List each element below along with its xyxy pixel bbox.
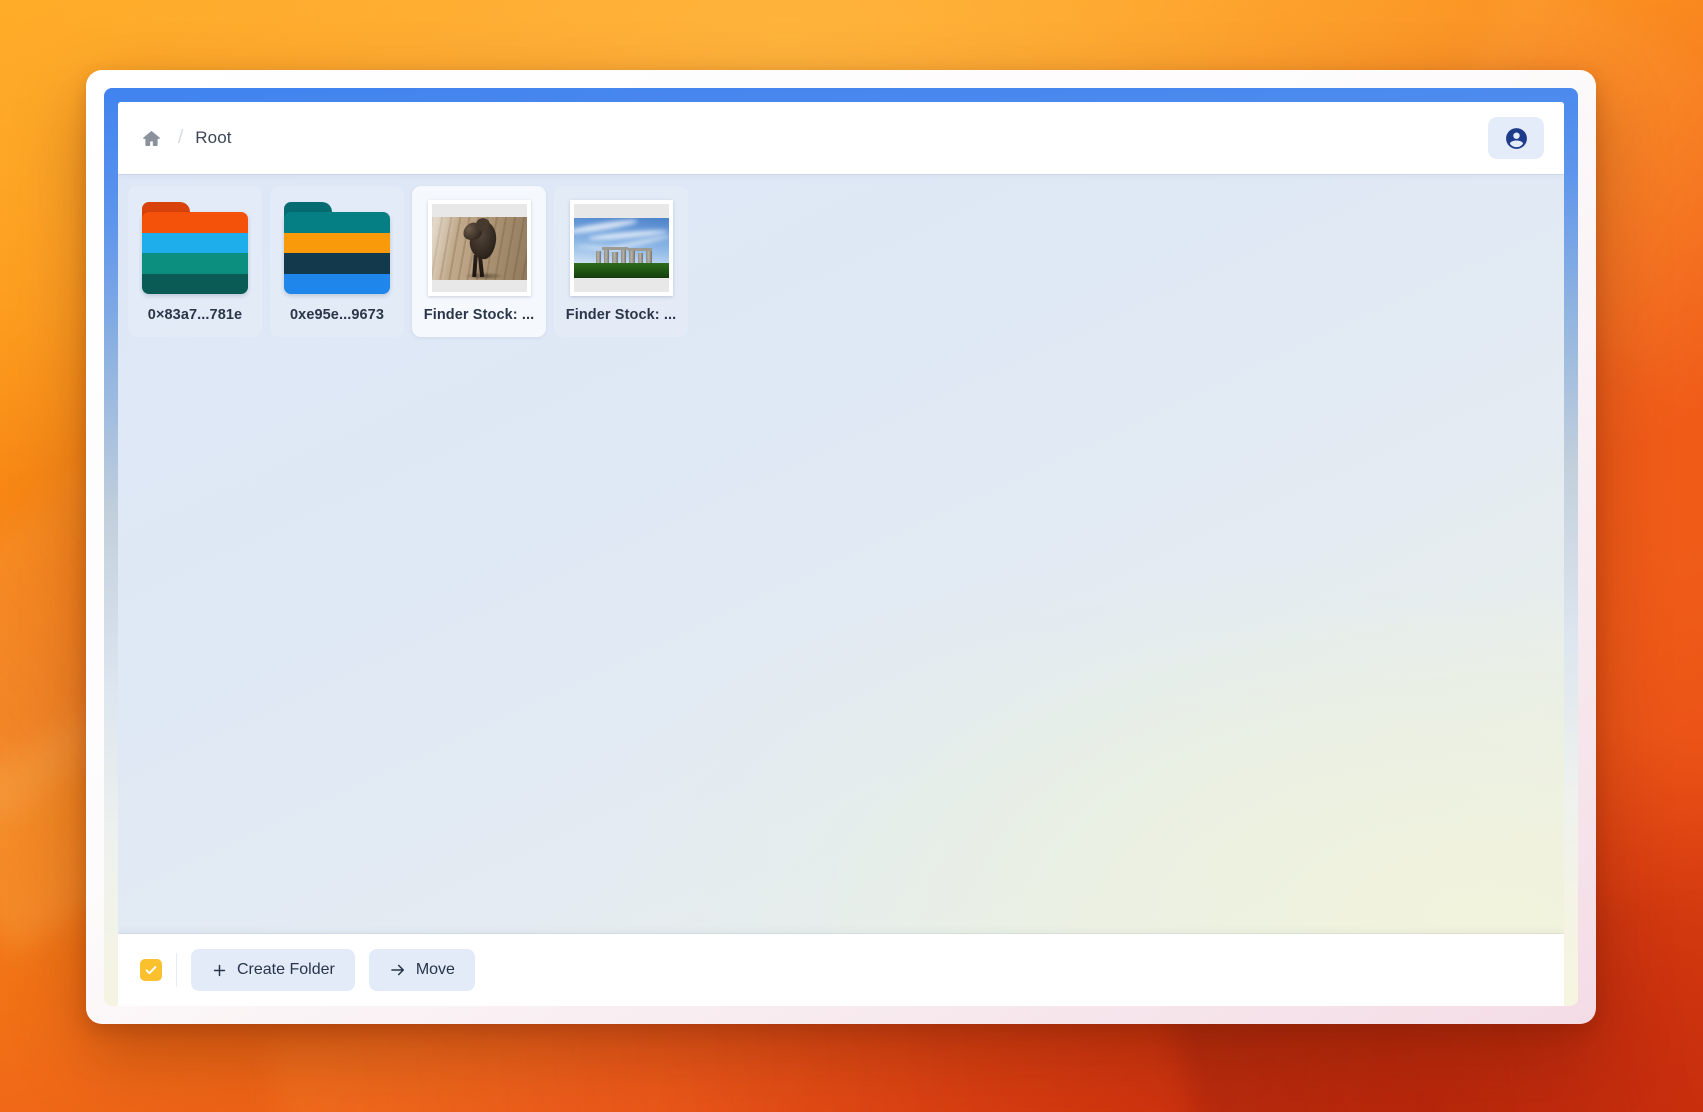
file-card-image-1[interactable]: Finder Stock: ... (412, 186, 546, 337)
stonehenge-photo (573, 218, 669, 278)
file-grid: 0×83a7...781e 0xe95e...9673 Finder Stock… (128, 186, 1554, 337)
file-card-label: 0×83a7...781e (147, 307, 243, 323)
breadcrumb-current-label: Root (195, 128, 232, 147)
breadcrumb-separator: / (178, 127, 184, 148)
toolbar-divider (176, 953, 177, 987)
file-thumbnail (140, 198, 250, 298)
file-thumbnail (282, 198, 392, 298)
move-button[interactable]: Move (368, 949, 475, 991)
home-button[interactable] (136, 123, 166, 153)
file-card-label: Finder Stock: ... (423, 307, 535, 323)
arrow-right-icon (389, 961, 407, 979)
home-icon (141, 128, 162, 149)
breadcrumb: / Root (136, 123, 232, 153)
create-folder-label: Create Folder (237, 961, 335, 978)
account-button[interactable] (1488, 117, 1544, 159)
sepia-dog-photo (431, 216, 527, 280)
move-label: Move (415, 961, 455, 978)
file-card-folder-1[interactable]: 0×83a7...781e (128, 186, 262, 337)
photo-frame (427, 200, 531, 296)
account-circle-icon (1504, 126, 1529, 151)
file-card-image-2[interactable]: Finder Stock: ... (554, 186, 688, 337)
photo-frame (569, 200, 673, 296)
file-thumbnail (424, 198, 534, 298)
file-thumbnail (566, 198, 676, 298)
file-card-label: Finder Stock: ... (565, 307, 677, 323)
checkmark-icon (144, 963, 158, 977)
app-window: / Root 0×83a7...781e 0xe95e...9673 Finde… (86, 70, 1596, 1024)
file-card-folder-2[interactable]: 0xe95e...9673 (270, 186, 404, 337)
file-card-label: 0xe95e...9673 (289, 307, 385, 323)
file-content-area: 0×83a7...781e 0xe95e...9673 Finder Stock… (118, 174, 1564, 934)
create-folder-button[interactable]: Create Folder (191, 949, 355, 991)
select-all-checkbox[interactable] (140, 959, 162, 981)
plus-icon (211, 962, 228, 979)
file-browser-app: / Root 0×83a7...781e 0xe95e...9673 Finde… (118, 102, 1564, 1006)
folder-icon (140, 200, 250, 296)
desktop-wallpaper: / Root 0×83a7...781e 0xe95e...9673 Finde… (0, 0, 1703, 1112)
window-accent-border: / Root 0×83a7...781e 0xe95e...9673 Finde… (104, 88, 1578, 1006)
app-footer-toolbar: Create Folder Move (118, 934, 1564, 1006)
folder-icon (282, 200, 392, 296)
app-header: / Root (118, 102, 1564, 174)
